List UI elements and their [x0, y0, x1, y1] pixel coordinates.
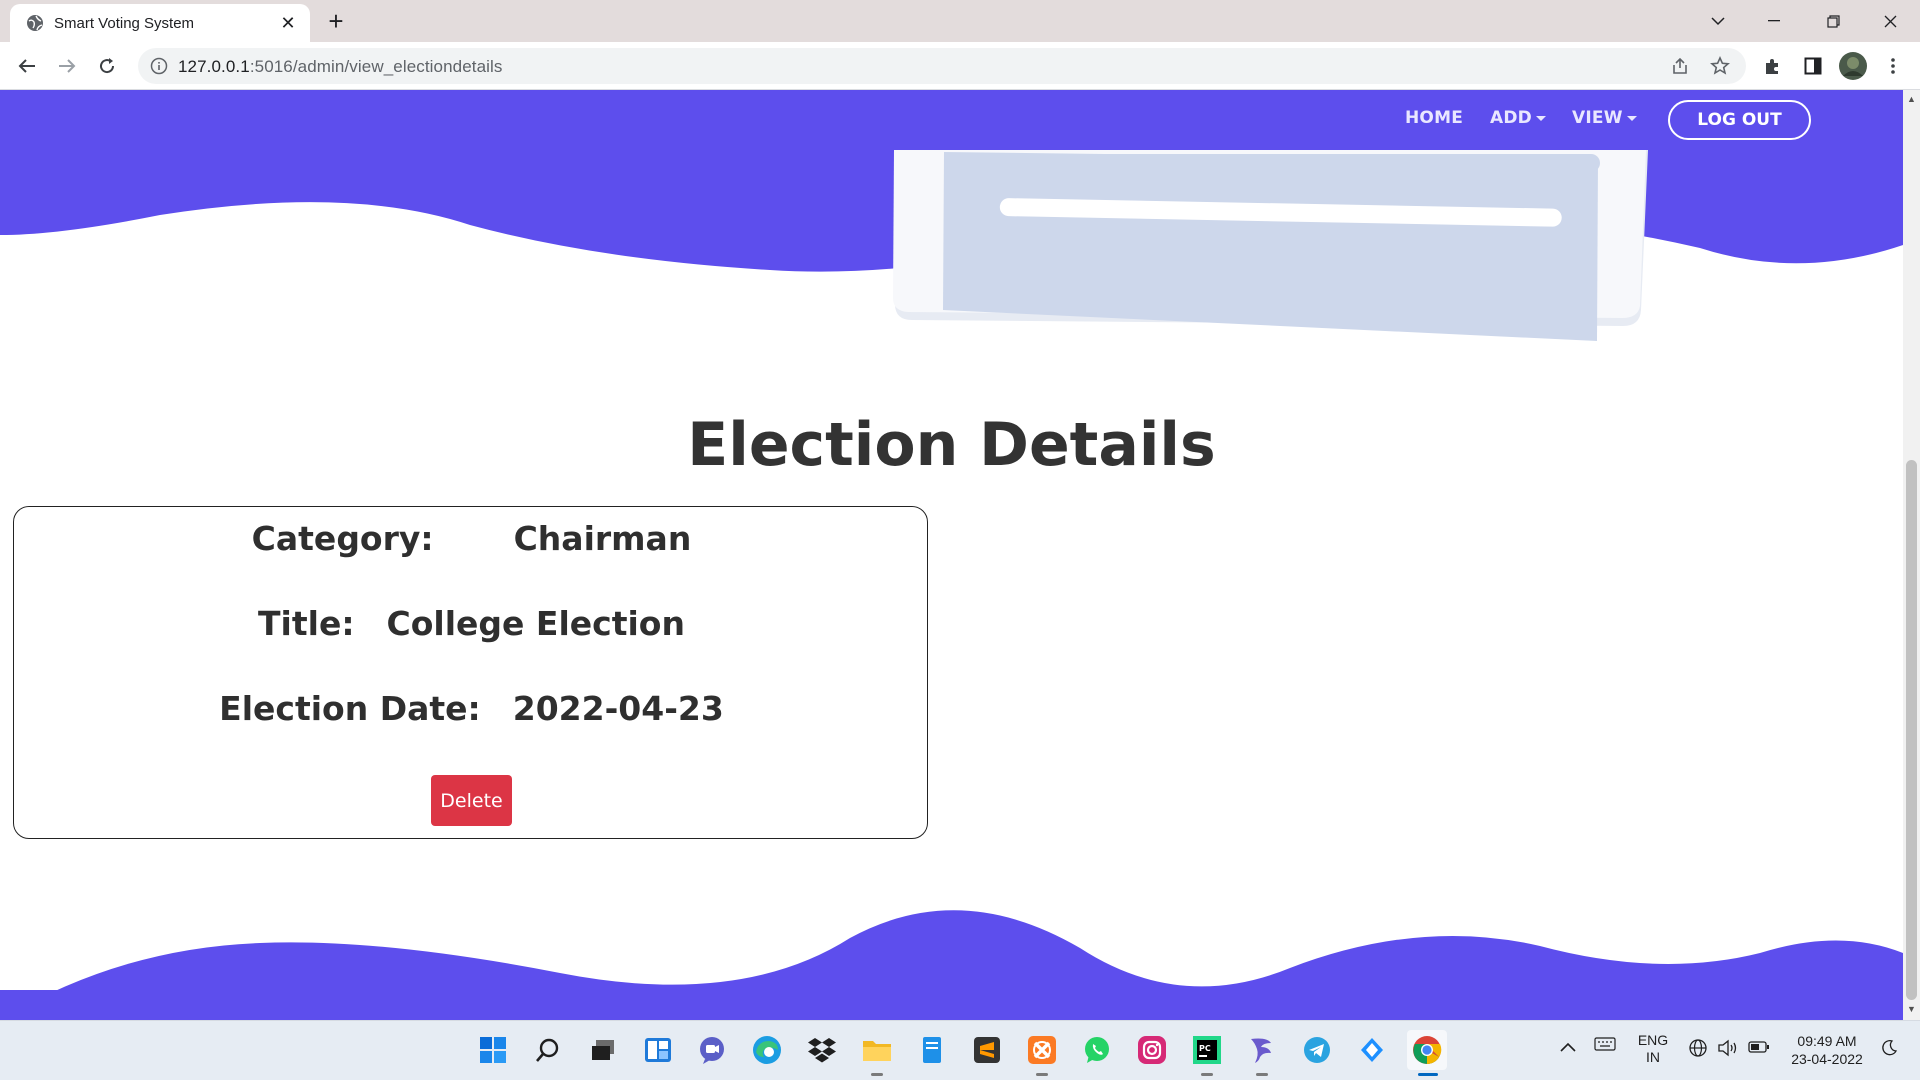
caret-down-icon: [1626, 115, 1637, 121]
clock[interactable]: 09:49 AM 23-04-2022: [1782, 1032, 1872, 1068]
active-indicator: [1418, 1073, 1438, 1076]
keyboard-icon[interactable]: [1594, 1037, 1616, 1054]
whatsapp-icon[interactable]: [1081, 1034, 1113, 1066]
scrollbar-thumb[interactable]: [1906, 460, 1917, 1000]
navbar: HOME ADD VIEW LOG OUT: [0, 90, 1903, 150]
tab-strip: Smart Voting System ✕ +: [0, 0, 1920, 42]
dropbox-icon[interactable]: [806, 1034, 838, 1066]
running-indicator: [1201, 1073, 1213, 1076]
ballot-card-graphic: [893, 150, 1648, 341]
chrome-icon[interactable]: [1407, 1030, 1447, 1070]
sublime-text-icon[interactable]: [971, 1034, 1003, 1066]
tab-title: Smart Voting System: [54, 15, 195, 32]
new-tab-icon[interactable]: +: [322, 8, 350, 36]
scroll-down-icon[interactable]: ▼: [1907, 1004, 1916, 1014]
caret-down-icon: [1535, 115, 1546, 121]
election-card: Category: Chairman Title: College Election…: [13, 506, 928, 839]
page-scrollbar[interactable]: ▲ ▼: [1903, 90, 1920, 1020]
category-value: Chairman: [513, 519, 692, 558]
taskbar: PC ENG IN 09:49 AM 23-04-2022: [0, 1020, 1920, 1080]
election-date-label: Election Date:: [219, 689, 481, 728]
stream-app-icon[interactable]: [1246, 1034, 1278, 1066]
clock-time: 09:49 AM: [1797, 1033, 1857, 1049]
logout-button[interactable]: LOG OUT: [1668, 100, 1811, 140]
file-explorer-icon[interactable]: [861, 1034, 893, 1066]
volume-icon[interactable]: [1717, 1038, 1739, 1061]
url-text: 127.0.0.1:5016/admin/view_electiondetail…: [178, 57, 503, 77]
header-wave-illustration: [0, 150, 1903, 341]
share-icon[interactable]: [1668, 54, 1692, 78]
input-language[interactable]: ENG IN: [1633, 1032, 1673, 1066]
election-date-value: 2022-04-23: [512, 689, 724, 728]
date-row: Election Date: 2022-04-23: [14, 689, 929, 728]
lang-region: IN: [1646, 1049, 1660, 1065]
site-info-icon[interactable]: [150, 57, 168, 75]
windows-start-icon[interactable]: [477, 1034, 509, 1066]
search-icon[interactable]: [532, 1034, 564, 1066]
globe-icon: [27, 15, 43, 31]
page-viewport: HOME ADD VIEW LOG OUT Election Details C…: [0, 90, 1903, 1020]
forward-icon[interactable]: [52, 51, 82, 81]
battery-icon[interactable]: [1748, 1040, 1770, 1057]
page-title: Election Details: [687, 410, 1216, 480]
clock-date: 23-04-2022: [1791, 1051, 1863, 1067]
focus-assist-moon-icon[interactable]: [1880, 1039, 1898, 1060]
show-hidden-icons[interactable]: [1560, 1039, 1576, 1055]
side-panel-icon[interactable]: [1798, 51, 1828, 81]
nav-view-label: VIEW: [1572, 108, 1623, 128]
browser-toolbar: 127.0.0.1:5016/admin/view_electiondetail…: [0, 42, 1920, 90]
app-diamond-icon[interactable]: [1356, 1034, 1388, 1066]
address-bar[interactable]: 127.0.0.1:5016/admin/view_electiondetail…: [138, 48, 1746, 84]
category-row: Category: Chairman: [14, 519, 929, 558]
running-indicator: [1256, 1073, 1268, 1076]
network-globe-icon[interactable]: [1688, 1038, 1708, 1061]
close-window-icon[interactable]: [1870, 6, 1910, 36]
restore-icon[interactable]: [1813, 6, 1853, 36]
instagram-icon[interactable]: [1136, 1034, 1168, 1066]
delete-button[interactable]: Delete: [431, 775, 512, 826]
browser-tab[interactable]: Smart Voting System ✕: [10, 4, 310, 42]
widgets-icon[interactable]: [642, 1034, 674, 1066]
reload-icon[interactable]: [92, 51, 122, 81]
svg-text:PC: PC: [1199, 1044, 1211, 1053]
url-path: :5016/admin/view_electiondetails: [249, 57, 503, 76]
extensions-icon[interactable]: [1758, 51, 1788, 81]
category-label: Category:: [251, 519, 434, 558]
title-row: Title: College Election: [14, 604, 929, 643]
scroll-up-icon[interactable]: ▲: [1907, 94, 1916, 104]
menu-kebab-icon[interactable]: [1878, 51, 1908, 81]
tab-search-icon[interactable]: [1698, 6, 1738, 36]
running-indicator: [1036, 1073, 1048, 1076]
nav-add-dropdown[interactable]: ADD: [1490, 108, 1546, 128]
footer-wave: [0, 910, 1903, 1020]
close-tab-icon[interactable]: ✕: [276, 11, 300, 35]
title-value: College Election: [386, 604, 685, 643]
telegram-icon[interactable]: [1301, 1034, 1333, 1066]
title-label: Title:: [258, 604, 355, 643]
xampp-icon[interactable]: [1026, 1034, 1058, 1066]
nav-add-label: ADD: [1490, 108, 1532, 128]
profile-avatar[interactable]: [1838, 51, 1868, 81]
lang-code: ENG: [1637, 1032, 1669, 1048]
pycharm-icon[interactable]: PC: [1191, 1034, 1223, 1066]
running-indicator: [871, 1073, 883, 1076]
minimize-icon[interactable]: [1754, 6, 1794, 36]
task-view-icon[interactable]: [587, 1034, 619, 1066]
edge-browser-icon[interactable]: [751, 1034, 783, 1066]
url-host: 127.0.0.1: [178, 57, 250, 76]
teams-chat-icon[interactable]: [696, 1034, 728, 1066]
nav-view-dropdown[interactable]: VIEW: [1572, 108, 1637, 128]
nav-home[interactable]: HOME: [1405, 108, 1463, 128]
notepad-icon[interactable]: [916, 1034, 948, 1066]
back-icon[interactable]: [12, 51, 42, 81]
bookmark-star-icon[interactable]: [1708, 54, 1732, 78]
